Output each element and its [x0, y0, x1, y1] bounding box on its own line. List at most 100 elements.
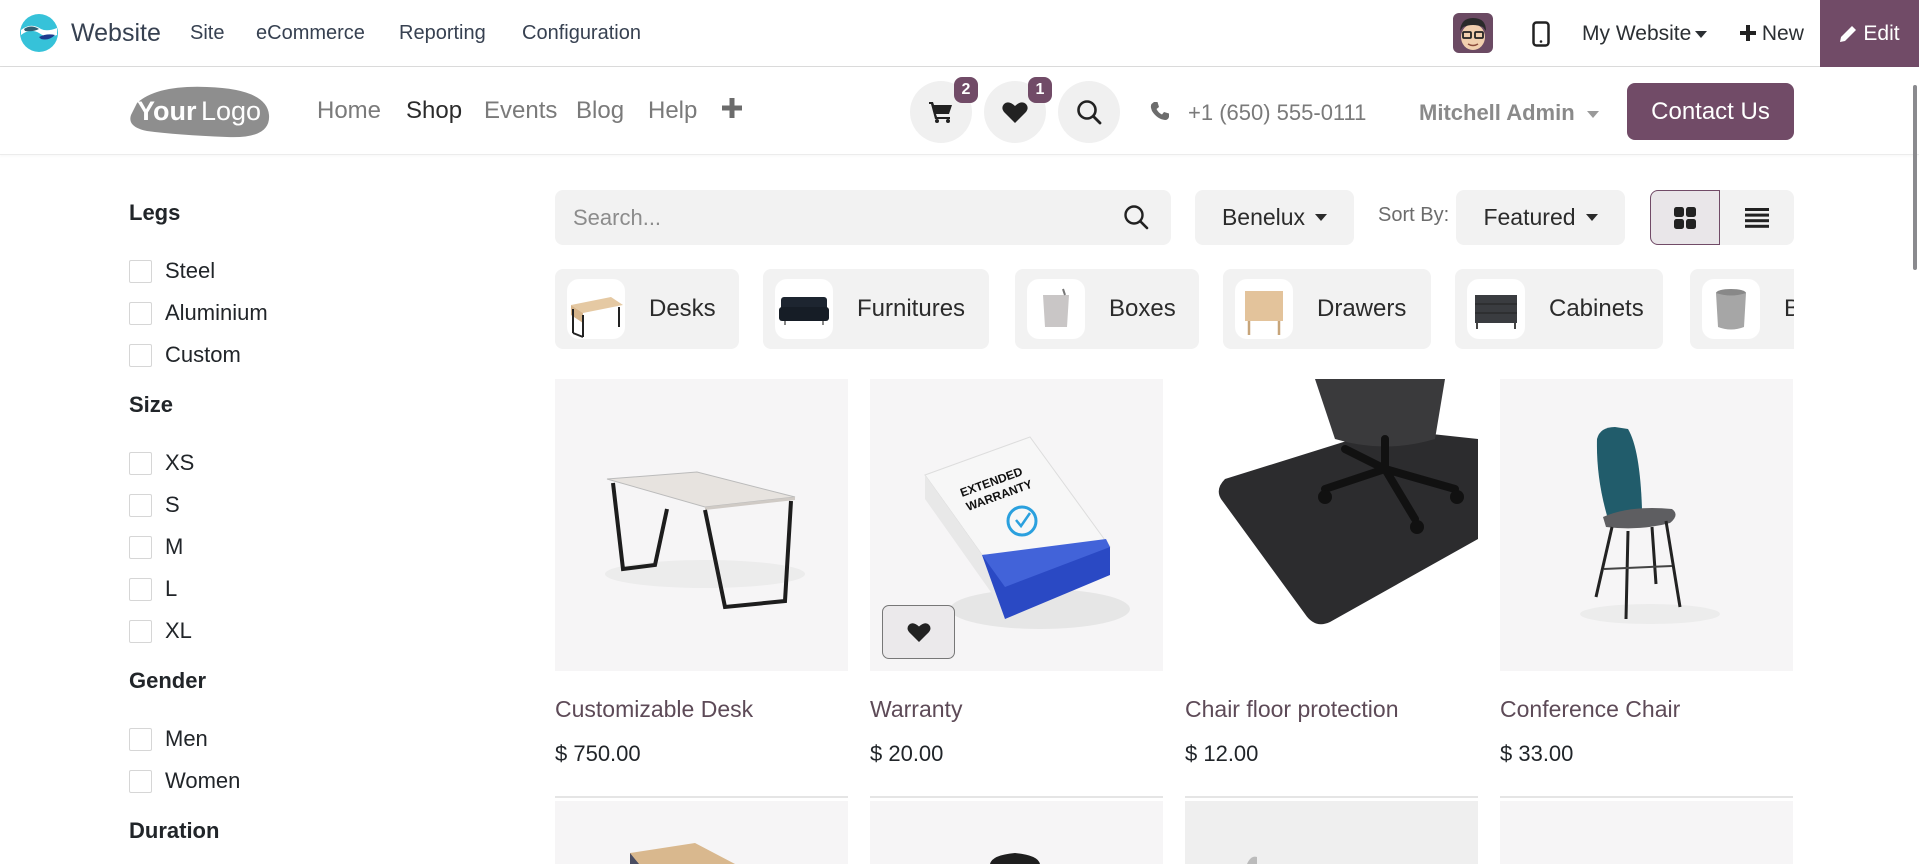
category-label: Cabinets	[1549, 295, 1644, 322]
nav-home[interactable]: Home	[317, 97, 381, 125]
filter-group-legs: Legs Steel Aluminium Custom	[129, 196, 429, 376]
menu-configuration[interactable]: Configuration	[522, 22, 641, 45]
contact-us-button[interactable]: Contact Us	[1627, 83, 1794, 140]
filter-option-custom[interactable]: Custom	[129, 334, 429, 376]
menu-reporting[interactable]: Reporting	[399, 22, 486, 45]
pricelist-dropdown[interactable]: Benelux	[1195, 190, 1354, 245]
menu-site[interactable]: Site	[190, 22, 224, 45]
site-logo[interactable]: Your Logo	[127, 85, 271, 139]
cart-button[interactable]: 2	[910, 77, 978, 143]
filter-option-men[interactable]: Men	[129, 718, 429, 760]
chevron-down-icon	[1695, 30, 1708, 38]
add-menu-item-icon[interactable]	[722, 98, 742, 118]
filter-group-gender: Gender Men Women	[129, 664, 429, 802]
product-name[interactable]: Customizable Desk	[555, 696, 848, 726]
new-button[interactable]: New	[1740, 22, 1804, 46]
divider	[555, 796, 848, 798]
nav-shop[interactable]: Shop	[406, 97, 462, 125]
checkbox[interactable]	[129, 619, 152, 643]
search-icon[interactable]	[1123, 204, 1149, 230]
user-menu[interactable]: Mitchell Admin	[1419, 100, 1599, 126]
checkbox[interactable]	[129, 301, 152, 325]
website-selector[interactable]: My Website	[1582, 22, 1708, 46]
checkbox[interactable]	[129, 493, 152, 517]
sort-by-label: Sort By:	[1378, 204, 1450, 226]
product-image[interactable]	[555, 379, 848, 671]
filter-title: Duration	[129, 818, 220, 843]
logo-text-bold: Your	[137, 96, 197, 126]
category-bins[interactable]: Bins	[1690, 269, 1794, 349]
category-boxes[interactable]: Boxes	[1015, 269, 1199, 349]
product-name[interactable]: Conference Chair	[1500, 696, 1793, 726]
category-cabinets[interactable]: Cabinets	[1455, 269, 1663, 349]
filter-label: L	[165, 576, 178, 601]
app-name[interactable]: Website	[71, 19, 161, 48]
checkbox[interactable]	[129, 535, 152, 559]
category-furnitures[interactable]: Furnitures	[763, 269, 989, 349]
view-mode-toggle	[1650, 190, 1794, 245]
checkbox[interactable]	[129, 727, 152, 751]
chevron-down-icon	[1315, 214, 1328, 221]
checkbox[interactable]	[129, 451, 152, 475]
nav-blog[interactable]: Blog	[576, 97, 624, 125]
product-image[interactable]	[1185, 379, 1478, 671]
filter-group-size: Size XS S M L XL	[129, 388, 429, 652]
product-image[interactable]: EXTENDED WARRANTY	[870, 379, 1163, 671]
filter-option-s[interactable]: S	[129, 484, 429, 526]
category-label: Bins	[1784, 295, 1794, 322]
nav-help[interactable]: Help	[648, 97, 697, 125]
product-search-input[interactable]	[573, 190, 1113, 245]
category-label: Furnitures	[857, 295, 966, 322]
nav-events[interactable]: Events	[484, 97, 557, 125]
product-name[interactable]: Chair floor protection	[1185, 696, 1478, 726]
category-image	[1235, 279, 1293, 339]
filter-option-women[interactable]: Women	[129, 760, 429, 802]
phone-number[interactable]: +1 (650) 555-0111	[1188, 100, 1366, 126]
edit-button[interactable]: Edit	[1820, 0, 1919, 67]
filter-option-l[interactable]: L	[129, 568, 429, 610]
product-image[interactable]	[1185, 801, 1478, 864]
product-image[interactable]	[1500, 379, 1793, 671]
wishlist-count-badge: 1	[1028, 77, 1052, 103]
header-search-button[interactable]	[1058, 81, 1120, 143]
grid-view-button[interactable]	[1650, 190, 1720, 245]
category-drawers[interactable]: Drawers	[1223, 269, 1431, 349]
heart-icon	[907, 623, 930, 642]
product-price: $ 750.00	[555, 741, 641, 766]
filter-option-m[interactable]: M	[129, 526, 429, 568]
category-image	[1467, 279, 1525, 339]
filter-option-aluminium[interactable]: Aluminium	[129, 292, 429, 334]
filter-option-xl[interactable]: XL	[129, 610, 429, 652]
category-desks[interactable]: Desks	[555, 269, 739, 349]
filter-label: XL	[165, 618, 192, 643]
filter-option-xs[interactable]: XS	[129, 442, 429, 484]
new-label: New	[1761, 22, 1804, 45]
checkbox[interactable]	[129, 577, 152, 601]
product-card: Conference Chair $ 33.00	[1500, 379, 1793, 798]
sort-dropdown[interactable]: Featured	[1456, 190, 1625, 245]
product-name[interactable]: Warranty	[870, 696, 1163, 726]
edit-label: Edit	[1863, 21, 1900, 45]
search-icon	[1077, 100, 1102, 125]
checkbox[interactable]	[129, 259, 152, 283]
category-image	[567, 279, 625, 339]
filter-title: Gender	[129, 668, 207, 693]
product-image[interactable]	[870, 801, 1163, 864]
mobile-preview-icon[interactable]	[1532, 21, 1550, 47]
odoo-top-bar: Website Site eCommerce Reporting Configu…	[0, 0, 1919, 67]
filter-option-steel[interactable]: Steel	[129, 250, 429, 292]
checkbox[interactable]	[129, 343, 152, 367]
product-image[interactable]	[555, 801, 848, 864]
list-view-button[interactable]	[1720, 190, 1794, 245]
wishlist-button[interactable]: 1	[984, 77, 1052, 143]
product-image[interactable]	[1500, 801, 1793, 864]
page-scrollbar[interactable]	[1913, 85, 1917, 270]
add-to-wishlist-button[interactable]	[882, 605, 955, 659]
product-card: Chair floor protection $ 12.00	[1185, 379, 1478, 798]
filter-label: Women	[165, 768, 241, 793]
user-avatar[interactable]	[1453, 13, 1493, 53]
divider	[1185, 796, 1478, 798]
odoo-website-icon[interactable]	[19, 13, 59, 53]
menu-ecommerce[interactable]: eCommerce	[256, 22, 365, 45]
checkbox[interactable]	[129, 769, 152, 793]
